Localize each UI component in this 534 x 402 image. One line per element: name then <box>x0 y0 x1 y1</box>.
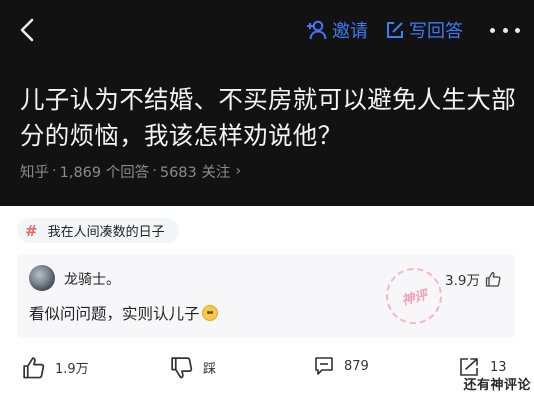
question-title: 儿子认为不结婚、不买房就可以避免人生大部分的烦恼，我该怎样劝说他？ <box>20 85 516 150</box>
question-header: 邀请 写回答 儿子认为不结婚、不买房就可以避免人生大部分的烦恼，我该怎样劝说他？… <box>0 0 534 206</box>
add-user-icon <box>307 20 327 40</box>
invite-button[interactable]: 邀请 <box>306 18 368 42</box>
featured-stamp: 神评 <box>380 262 448 330</box>
source-label: 知乎 <box>20 164 49 181</box>
chevron-left-icon <box>20 18 34 42</box>
thumbs-down-icon <box>171 357 193 379</box>
hashtag-icon: # <box>25 221 38 240</box>
downvote-button[interactable]: 踩 <box>170 356 216 379</box>
upvote-button[interactable]: 1.9万 <box>22 356 89 379</box>
share-count: 13 <box>490 359 507 375</box>
upvote-count: 1.9万 <box>55 362 89 377</box>
featured-comment-card[interactable]: 龙骑士。 3.9万 看似问问题，实则认儿子 神评 <box>17 254 515 338</box>
action-bar: 1.9万 踩 879 13 <box>0 352 534 386</box>
answer-count: 1,869 个回答 <box>59 164 150 181</box>
topic-tag[interactable]: # 我在人间凑数的日子 <box>17 218 179 243</box>
topic-label: 我在人间凑数的日子 <box>47 225 165 240</box>
downvote-label: 踩 <box>203 362 217 377</box>
meta-separator: · <box>52 163 57 179</box>
back-button[interactable] <box>14 16 42 44</box>
question-meta[interactable]: 知乎 · 1,869 个回答 · 5683 关注 › <box>20 161 241 181</box>
comment-body: 看似问问题，实则认儿子 <box>29 305 200 323</box>
comments-button[interactable]: 879 <box>314 356 369 376</box>
chevron-right-icon: › <box>235 163 242 179</box>
watermark: 还有神评论 <box>463 378 531 393</box>
shy-emoji-icon <box>201 305 218 321</box>
comment-like-count: 3.9万 <box>445 273 480 289</box>
more-button[interactable] <box>490 22 520 38</box>
stamp-label: 神评 <box>400 287 429 309</box>
thumbs-up-icon <box>23 357 45 379</box>
author-name[interactable]: 龙骑士。 <box>64 269 120 289</box>
write-answer-button[interactable]: 写回答 <box>386 18 463 42</box>
invite-label: 邀请 <box>332 21 368 42</box>
meta-separator: · <box>152 163 157 179</box>
edit-icon <box>387 22 403 38</box>
comment-like-button[interactable]: 3.9万 <box>445 269 501 289</box>
thumbs-up-icon <box>485 271 501 287</box>
comment-icon <box>315 357 333 375</box>
write-answer-label: 写回答 <box>409 21 463 42</box>
more-dots-icon <box>490 27 495 33</box>
comment-text: 看似问问题，实则认儿子 <box>29 302 218 324</box>
avatar[interactable] <box>29 265 55 291</box>
comment-count: 879 <box>344 358 369 374</box>
follower-count: 5683 关注 <box>159 164 231 181</box>
